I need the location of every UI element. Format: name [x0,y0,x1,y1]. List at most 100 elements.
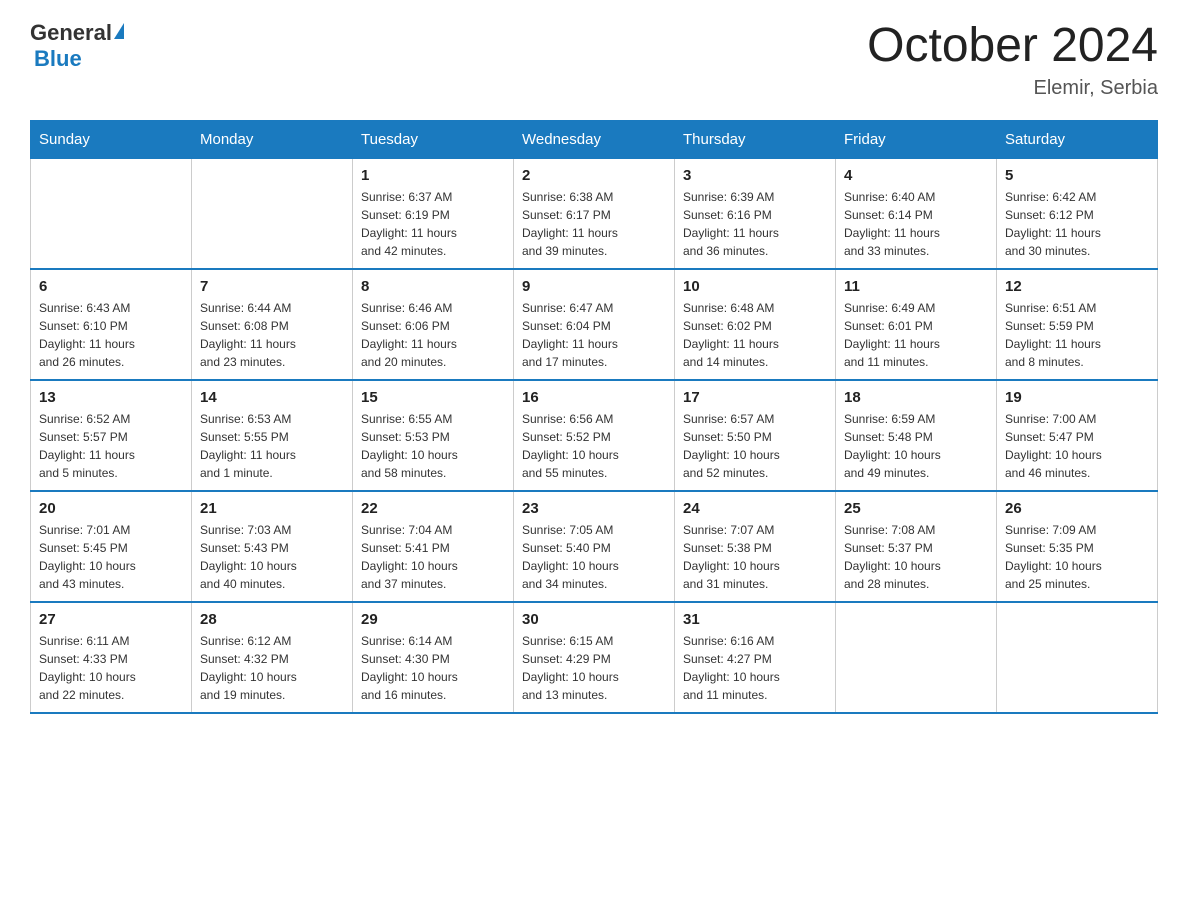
calendar-cell: 13Sunrise: 6:52 AM Sunset: 5:57 PM Dayli… [31,380,192,491]
page-header: General Blue October 2024 Elemir, Serbia [30,20,1158,100]
day-info: Sunrise: 6:48 AM Sunset: 6:02 PM Dayligh… [683,299,827,371]
day-number: 30 [522,611,666,628]
calendar-week-row: 20Sunrise: 7:01 AM Sunset: 5:45 PM Dayli… [31,491,1158,602]
day-info: Sunrise: 6:37 AM Sunset: 6:19 PM Dayligh… [361,188,505,260]
calendar-cell: 22Sunrise: 7:04 AM Sunset: 5:41 PM Dayli… [353,491,514,602]
calendar-cell: 10 Sunrise: 6:48 AM Sunset: 6:02 PM Dayli… [675,269,836,380]
calendar-cell: 20Sunrise: 7:01 AM Sunset: 5:45 PM Dayli… [31,491,192,602]
day-info: Sunrise: 6:56 AM Sunset: 5:52 PM Dayligh… [522,410,666,482]
day-info: Sunrise: 6:14 AM Sunset: 4:30 PM Dayligh… [361,632,505,704]
day-number: 26 [1005,500,1149,517]
day-number: 16 [522,389,666,406]
calendar-cell: 28 Sunrise: 6:12 AM Sunset: 4:32 PM Dayli… [192,602,353,713]
day-number: 23 [522,500,666,517]
day-info: Sunrise: 6:51 AM Sunset: 5:59 PM Dayligh… [1005,299,1149,371]
day-info: Sunrise: 6:15 AM Sunset: 4:29 PM Dayligh… [522,632,666,704]
day-number: 17 [683,389,827,406]
day-number: 11 [844,278,988,295]
day-number: 9 [522,278,666,295]
calendar-cell: 25 Sunrise: 7:08 AM Sunset: 5:37 PM Dayli… [836,491,997,602]
calendar-cell [192,158,353,269]
calendar-cell: 17 Sunrise: 6:57 AM Sunset: 5:50 PM Dayli… [675,380,836,491]
day-number: 12 [1005,278,1149,295]
calendar-week-row: 1 Sunrise: 6:37 AM Sunset: 6:19 PM Daylig… [31,158,1158,269]
day-info: Sunrise: 6:55 AM Sunset: 5:53 PM Dayligh… [361,410,505,482]
logo-general-text: General [30,20,112,46]
day-info: Sunrise: 7:03 AM Sunset: 5:43 PM Dayligh… [200,521,344,593]
calendar-cell: 21 Sunrise: 7:03 AM Sunset: 5:43 PM Dayli… [192,491,353,602]
day-number: 6 [39,278,183,295]
day-number: 28 [200,611,344,628]
calendar-cell: 7Sunrise: 6:44 AM Sunset: 6:08 PM Daylig… [192,269,353,380]
day-info: Sunrise: 6:53 AM Sunset: 5:55 PM Dayligh… [200,410,344,482]
logo-triangle-icon [114,23,124,39]
calendar-cell: 27 Sunrise: 6:11 AM Sunset: 4:33 PM Dayli… [31,602,192,713]
weekday-header-tuesday: Tuesday [353,120,514,158]
day-info: Sunrise: 6:49 AM Sunset: 6:01 PM Dayligh… [844,299,988,371]
day-number: 5 [1005,167,1149,184]
calendar-cell: 24Sunrise: 7:07 AM Sunset: 5:38 PM Dayli… [675,491,836,602]
calendar-cell: 19 Sunrise: 7:00 AM Sunset: 5:47 PM Dayli… [997,380,1158,491]
calendar-cell: 4 Sunrise: 6:40 AM Sunset: 6:14 PM Daylig… [836,158,997,269]
day-number: 4 [844,167,988,184]
calendar-cell: 30 Sunrise: 6:15 AM Sunset: 4:29 PM Dayli… [514,602,675,713]
calendar-cell: 29 Sunrise: 6:14 AM Sunset: 4:30 PM Dayli… [353,602,514,713]
day-number: 21 [200,500,344,517]
calendar-cell [31,158,192,269]
location-text: Elemir, Serbia [867,77,1158,100]
day-info: Sunrise: 6:57 AM Sunset: 5:50 PM Dayligh… [683,410,827,482]
day-info: Sunrise: 6:40 AM Sunset: 6:14 PM Dayligh… [844,188,988,260]
weekday-header-friday: Friday [836,120,997,158]
calendar-cell: 5Sunrise: 6:42 AM Sunset: 6:12 PM Daylig… [997,158,1158,269]
calendar-cell: 3 Sunrise: 6:39 AM Sunset: 6:16 PM Daylig… [675,158,836,269]
day-info: Sunrise: 7:04 AM Sunset: 5:41 PM Dayligh… [361,521,505,593]
day-info: Sunrise: 6:16 AM Sunset: 4:27 PM Dayligh… [683,632,827,704]
weekday-header-sunday: Sunday [31,120,192,158]
day-number: 14 [200,389,344,406]
day-number: 18 [844,389,988,406]
calendar-cell: 1 Sunrise: 6:37 AM Sunset: 6:19 PM Daylig… [353,158,514,269]
calendar-cell: 12 Sunrise: 6:51 AM Sunset: 5:59 PM Dayli… [997,269,1158,380]
day-info: Sunrise: 6:38 AM Sunset: 6:17 PM Dayligh… [522,188,666,260]
title-block: October 2024 Elemir, Serbia [867,20,1158,100]
month-title: October 2024 [867,20,1158,73]
day-number: 2 [522,167,666,184]
calendar-cell [997,602,1158,713]
day-info: Sunrise: 7:05 AM Sunset: 5:40 PM Dayligh… [522,521,666,593]
day-info: Sunrise: 6:59 AM Sunset: 5:48 PM Dayligh… [844,410,988,482]
logo-blue-text: Blue [34,46,82,71]
day-info: Sunrise: 6:39 AM Sunset: 6:16 PM Dayligh… [683,188,827,260]
day-number: 19 [1005,389,1149,406]
calendar-cell [836,602,997,713]
day-number: 25 [844,500,988,517]
calendar-week-row: 13Sunrise: 6:52 AM Sunset: 5:57 PM Dayli… [31,380,1158,491]
day-info: Sunrise: 6:11 AM Sunset: 4:33 PM Dayligh… [39,632,183,704]
day-info: Sunrise: 7:00 AM Sunset: 5:47 PM Dayligh… [1005,410,1149,482]
day-info: Sunrise: 6:43 AM Sunset: 6:10 PM Dayligh… [39,299,183,371]
calendar-table: SundayMondayTuesdayWednesdayThursdayFrid… [30,120,1158,714]
calendar-cell: 26 Sunrise: 7:09 AM Sunset: 5:35 PM Dayli… [997,491,1158,602]
calendar-cell: 11 Sunrise: 6:49 AM Sunset: 6:01 PM Dayli… [836,269,997,380]
day-number: 10 [683,278,827,295]
day-number: 3 [683,167,827,184]
day-info: Sunrise: 7:08 AM Sunset: 5:37 PM Dayligh… [844,521,988,593]
day-info: Sunrise: 7:01 AM Sunset: 5:45 PM Dayligh… [39,521,183,593]
calendar-cell: 15Sunrise: 6:55 AM Sunset: 5:53 PM Dayli… [353,380,514,491]
day-number: 27 [39,611,183,628]
day-number: 24 [683,500,827,517]
day-number: 1 [361,167,505,184]
calendar-cell: 14 Sunrise: 6:53 AM Sunset: 5:55 PM Dayli… [192,380,353,491]
day-info: Sunrise: 7:09 AM Sunset: 5:35 PM Dayligh… [1005,521,1149,593]
logo: General Blue [30,20,124,72]
day-info: Sunrise: 6:47 AM Sunset: 6:04 PM Dayligh… [522,299,666,371]
weekday-header-saturday: Saturday [997,120,1158,158]
day-number: 13 [39,389,183,406]
weekday-header-row: SundayMondayTuesdayWednesdayThursdayFrid… [31,120,1158,158]
calendar-cell: 31 Sunrise: 6:16 AM Sunset: 4:27 PM Dayli… [675,602,836,713]
day-number: 29 [361,611,505,628]
calendar-week-row: 27 Sunrise: 6:11 AM Sunset: 4:33 PM Dayli… [31,602,1158,713]
day-number: 31 [683,611,827,628]
day-info: Sunrise: 6:12 AM Sunset: 4:32 PM Dayligh… [200,632,344,704]
weekday-header-monday: Monday [192,120,353,158]
calendar-cell: 9 Sunrise: 6:47 AM Sunset: 6:04 PM Daylig… [514,269,675,380]
